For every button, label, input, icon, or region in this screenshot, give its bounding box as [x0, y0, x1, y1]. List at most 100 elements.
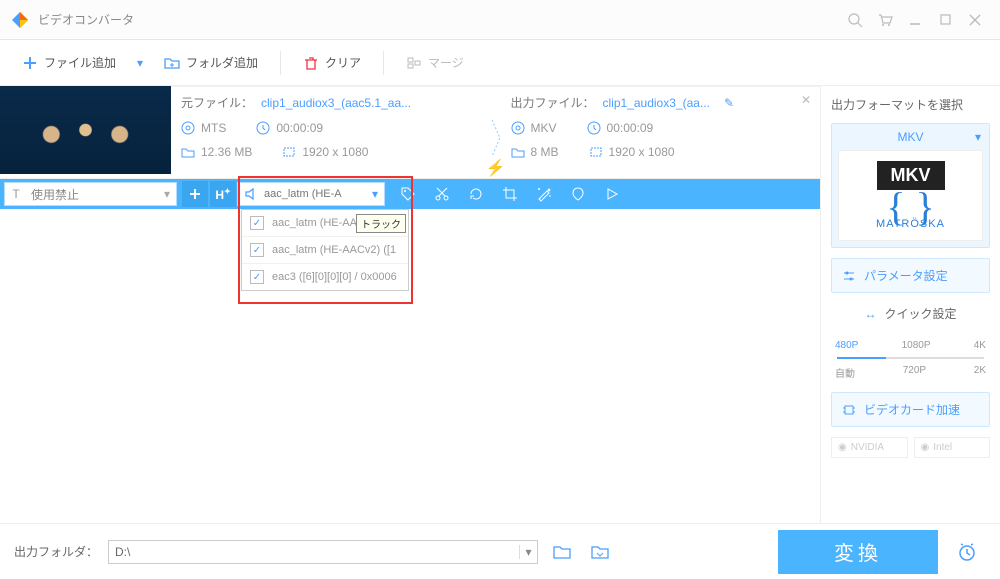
add-subtitle-button[interactable] [182, 181, 208, 207]
quality-slider[interactable]: 480P 1080P 4K 自動 720P 2K [831, 334, 990, 382]
disc-icon [181, 121, 195, 135]
clear-label: クリア [325, 54, 361, 71]
thumbnail[interactable] [0, 86, 171, 174]
output-folder-label: 出力フォルダ： [14, 543, 98, 560]
quality-tick-label: 2K [974, 365, 986, 380]
lightning-icon: ⚡ [486, 158, 506, 178]
audio-track-option[interactable]: ✓ eac3 ([6][0][0][0] / 0x0006 [242, 264, 408, 290]
merge-button: マージ [398, 48, 472, 77]
cut-icon[interactable] [425, 179, 459, 209]
out-duration: 00:00:09 [607, 121, 654, 135]
intel-badge: ◉ Intel [914, 437, 991, 458]
format-logo: MKV { } MATRÖSKA [866, 161, 956, 230]
crop-icon[interactable] [493, 179, 527, 209]
effects-icon[interactable] [527, 179, 561, 209]
arrows-icon: ↔ [864, 307, 876, 321]
remove-file-icon[interactable]: ✕ [798, 92, 814, 108]
subtitle-settings-button[interactable]: H✦ [210, 181, 236, 207]
add-folder-button[interactable]: フォルダ追加 [156, 48, 266, 77]
nvidia-badge: ◉ NVIDIA [831, 437, 908, 458]
convert-button[interactable]: 変換 [778, 530, 938, 574]
src-res: 1920 x 1080 [302, 145, 368, 159]
bottom-bar: 出力フォルダ： ▾ 変換 [0, 523, 1000, 579]
add-file-button[interactable]: ファイル追加 [14, 48, 124, 77]
quality-tick-label: 480P [835, 340, 858, 351]
audio-track-option-label: aac_latm (HE-AACv2) ([1 [272, 244, 396, 256]
quality-tick-label: 4K [974, 340, 986, 351]
out-file-name: clip1_audiox3_(aa... [603, 96, 710, 110]
chip-icon [842, 403, 856, 417]
checkbox-icon[interactable]: ✓ [250, 216, 264, 230]
quick-settings-label-row: ↔ クイック設定 [831, 303, 990, 324]
folder-icon [181, 145, 195, 159]
clear-button[interactable]: クリア [295, 48, 369, 77]
chevron-down-icon[interactable]: ▾ [519, 545, 537, 559]
cart-icon[interactable] [870, 5, 900, 35]
speaker-icon [244, 187, 258, 201]
chevron-down-icon: ▾ [158, 187, 176, 201]
src-format: MTS [201, 121, 226, 135]
checkbox-icon[interactable]: ✓ [250, 270, 264, 284]
audio-track-value: aac_latm (HE-A [264, 188, 366, 200]
intel-icon: ◉ [921, 442, 930, 453]
titlebar: ビデオコンバータ [0, 0, 1000, 40]
out-format: MKV [531, 121, 557, 135]
schedule-icon[interactable] [948, 541, 986, 563]
audio-track-option[interactable]: ✓ aac_latm (HE-AACv2) ([1 [242, 237, 408, 264]
convert-label: 変換 [834, 537, 882, 566]
audio-track-option-label: eac3 ([6][0][0][0] / 0x0006 [272, 271, 397, 283]
src-size: 12.36 MB [201, 145, 252, 159]
folder-plus-icon [164, 55, 180, 71]
output-folder-input[interactable]: ▾ [108, 540, 538, 564]
app-title: ビデオコンバータ [38, 11, 134, 28]
open-folder-icon[interactable] [586, 540, 614, 564]
folder-icon [511, 145, 525, 159]
clock-icon [256, 121, 270, 135]
quick-settings-label: クイック設定 [884, 305, 956, 322]
merge-label: マージ [428, 54, 464, 71]
output-folder-field[interactable] [109, 545, 519, 559]
nvidia-icon: ◉ [838, 442, 847, 453]
pencil-icon[interactable]: ✎ [724, 96, 734, 110]
rotate-icon[interactable] [459, 179, 493, 209]
chevron-down-icon: ▾ [975, 130, 981, 144]
file-row: ✕ 元ファイル： clip1_audiox3_(aac5.1_aa... MTS… [0, 86, 820, 179]
minimize-icon[interactable] [900, 5, 930, 35]
tag-icon[interactable] [391, 179, 425, 209]
subtitle-select[interactable]: T 使用禁止 ▾ [4, 182, 177, 206]
chevron-down-icon: ▾ [372, 187, 378, 201]
src-file-label: 元ファイル： [181, 94, 253, 111]
out-res: 1920 x 1080 [609, 145, 675, 159]
side-panel: 出力フォーマットを選択 MKV ▾ MKV { } MATRÖSKA パラメータ… [820, 86, 1000, 523]
format-selector[interactable]: MKV ▾ MKV { } MATRÖSKA [831, 123, 990, 248]
intel-label: Intel [933, 442, 952, 453]
audio-track-select[interactable]: aac_latm (HE-A ▾ [237, 182, 385, 206]
parameter-settings-button[interactable]: パラメータ設定 [831, 258, 990, 293]
browse-folder-icon[interactable] [548, 540, 576, 564]
maximize-icon[interactable] [930, 5, 960, 35]
watermark-icon[interactable] [561, 179, 595, 209]
toolbar: ファイル追加 ▾ フォルダ追加 クリア マージ [0, 40, 1000, 86]
out-size: 8 MB [531, 145, 559, 159]
tooltip: トラック [356, 214, 406, 233]
disc-icon [511, 121, 525, 135]
close-icon[interactable] [960, 5, 990, 35]
play-icon[interactable] [595, 179, 629, 209]
resolution-icon [282, 145, 296, 159]
out-file-label: 出力ファイル： [511, 94, 595, 111]
checkbox-icon[interactable]: ✓ [250, 243, 264, 257]
quality-tick-label: 自動 [835, 365, 855, 380]
src-file-name: clip1_audiox3_(aac5.1_aa... [261, 96, 411, 110]
search-icon[interactable] [840, 5, 870, 35]
resolution-icon [589, 145, 603, 159]
arrow-divider: ⚡ [481, 94, 511, 178]
quality-tick-label: 1080P [902, 340, 931, 351]
dropdown-caret-icon[interactable]: ▾ [132, 56, 148, 70]
src-duration: 00:00:09 [276, 121, 323, 135]
gpu-accel-button[interactable]: ビデオカード加速 [831, 392, 990, 427]
subtitle-value: 使用禁止 [27, 186, 158, 203]
format-name: MKV [897, 130, 923, 144]
side-title: 出力フォーマットを選択 [831, 96, 990, 113]
main-area: ✕ 元ファイル： clip1_audiox3_(aac5.1_aa... MTS… [0, 86, 820, 523]
clock-icon [587, 121, 601, 135]
